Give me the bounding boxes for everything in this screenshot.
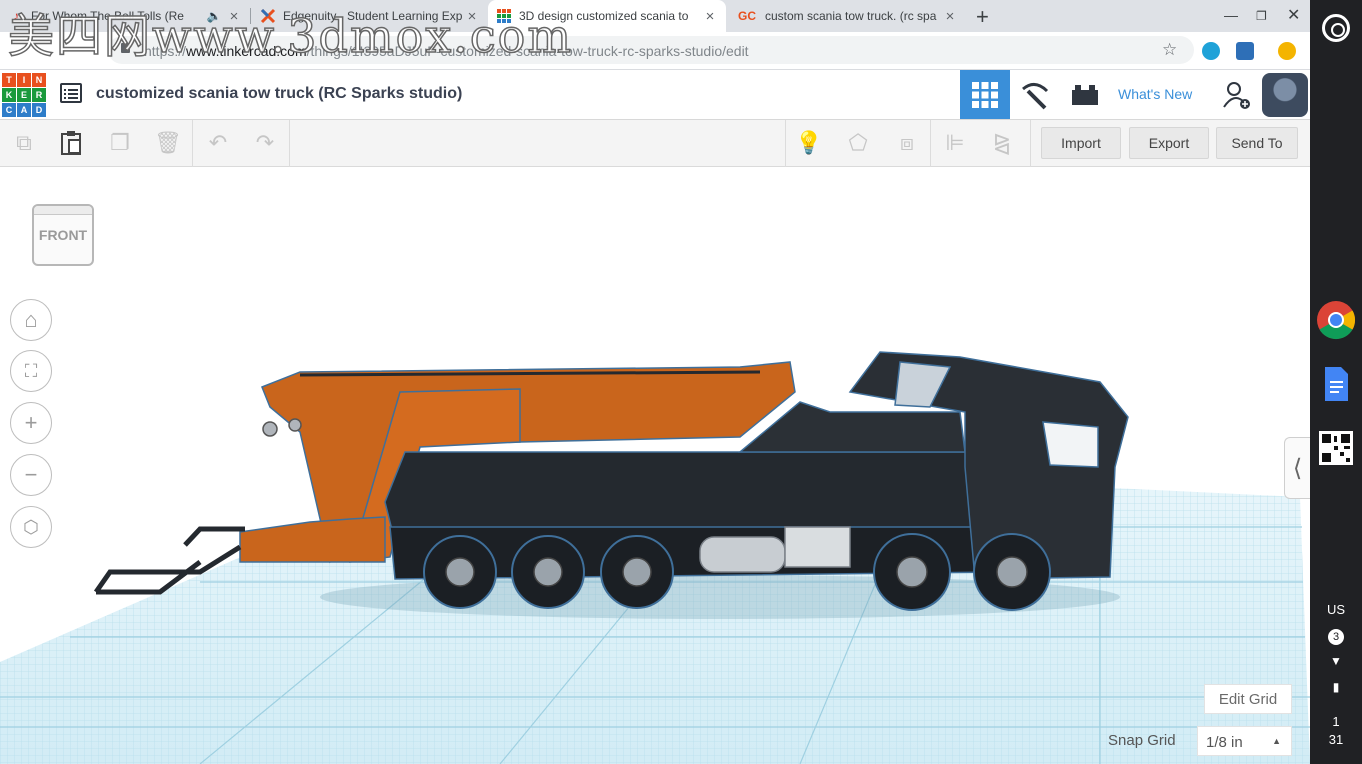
grid-view-icon [972,81,998,108]
clock-hour[interactable]: 1 [1310,714,1362,729]
edit-toolbar: ⧉ ❐ 🗑 ↶ ↷ 💡 ⬠ ⧈ ⊫ ⧎ Import Export Send T… [0,120,1310,167]
qr-code-icon[interactable] [1316,428,1356,468]
tab-title: 3D design customized scania to [519,9,689,23]
collapse-panel-button[interactable]: ⟨ [1284,437,1310,499]
close-window-icon[interactable]: ✕ [1287,5,1300,25]
launcher-icon[interactable] [1322,14,1350,42]
design-title[interactable]: customized scania tow truck (RC Sparks s… [96,85,462,103]
battery-icon: ▮ [1332,680,1340,694]
home-icon: ⌂ [24,307,38,332]
pickaxe-icon [1022,82,1049,109]
tinkercad-grid-icon [496,8,512,24]
zoom-out-button[interactable]: − [10,454,52,496]
lock-icon [121,43,130,53]
projection-button[interactable]: ⬡ [10,506,52,548]
clock-minute[interactable]: 31 [1310,732,1362,747]
caret-up-icon: ▲ [1272,736,1281,746]
bm-extension-icon[interactable] [1236,42,1254,60]
mirror-icon[interactable]: ⧎ [989,130,1015,156]
tab-edgenuity[interactable]: Edgenuity - Student Learning Exp × [252,0,488,32]
edit-grid-button[interactable]: Edit Grid [1204,684,1292,714]
paste-icon[interactable] [58,130,84,156]
tab-title: Edgenuity - Student Learning Exp [283,9,463,23]
home-view-button[interactable]: ⌂ [10,299,52,341]
close-tab-icon[interactable]: × [702,8,718,25]
3d-view-button[interactable] [960,70,1010,119]
invite-user-button[interactable] [1212,70,1262,119]
music-note-icon: ♪ [13,9,19,23]
avatar[interactable] [1262,73,1308,117]
snap-grid-value: 1/8 in [1206,734,1243,751]
brick-icon [1072,84,1098,105]
url-text[interactable]: https://www.tinkercad.com/things/1I395aD… [144,43,749,59]
chevron-left-icon: ⟨ [1292,454,1303,482]
google-docs-icon[interactable] [1316,364,1356,404]
3d-scene[interactable] [0,167,1310,764]
group-icon[interactable]: ⬠ [845,130,871,156]
align-icon[interactable]: ⊫ [942,130,968,156]
notification-badge[interactable]: 3 [1310,628,1362,645]
fit-all-icon: ⛶ [24,360,38,381]
zoom-in-button[interactable]: + [10,402,52,444]
tab-tinkercad[interactable]: 3D design customized scania to × [488,0,726,32]
close-tab-icon[interactable]: × [464,8,480,25]
alert-extension-icon[interactable] [1278,42,1296,60]
close-tab-icon[interactable]: × [226,8,242,25]
tab-title: For Whom The Bell Tolls (Re [31,9,184,23]
minimize-icon[interactable]: — [1224,7,1238,23]
os-shelf: US 3 ▼ ▮ 1 31 [1310,0,1362,764]
tinkercad-logo[interactable]: T I N K E R C A D [2,73,46,117]
snap-grid-label: Snap Grid [1108,732,1176,749]
view-cube-front-face[interactable]: FRONT [32,204,94,266]
tab-gc[interactable]: GC custom scania tow truck. (rc spa × [728,0,966,32]
tinkercad-header: T I N K E R C A D customized scania tow … [0,70,1310,120]
lightbulb-icon[interactable]: 💡 [795,130,822,156]
restore-icon[interactable]: ❐ [1256,9,1267,23]
cloud-extension-icon[interactable] [1202,42,1220,60]
send-to-button[interactable]: Send To [1216,127,1298,159]
wifi-icon: ▼ [1330,654,1342,668]
screen: ♪ For Whom The Bell Tolls (Re 🔈 × Edgenu… [0,0,1362,764]
copy-icon[interactable]: ⧉ [11,130,37,156]
gc-favicon: GC [738,9,756,23]
blocks-button[interactable] [1010,70,1060,119]
fit-view-button[interactable]: ⛶ [10,350,52,392]
export-button[interactable]: Export [1129,127,1209,159]
delete-icon[interactable]: 🗑 [154,130,182,156]
speaker-icon[interactable]: 🔈 [206,8,222,24]
undo-icon[interactable]: ↶ [205,130,231,156]
add-user-icon [1223,81,1250,109]
tab-title: custom scania tow truck. (rc spa [765,9,937,23]
close-tab-icon[interactable]: × [942,8,958,25]
view-cube[interactable]: FRONT [30,202,96,270]
chrome-icon[interactable] [1316,300,1356,340]
ime-indicator[interactable]: US [1310,602,1362,617]
ungroup-icon[interactable]: ⧈ [894,130,920,156]
plus-icon: + [24,410,38,435]
design-list-icon[interactable] [60,83,82,103]
browser-toolbar: https://www.tinkercad.com/things/1I395aD… [0,32,1310,70]
workplane-viewport[interactable]: FRONT ⌂ ⛶ + − ⬡ ⟨ Edit Grid Snap Grid 1/… [0,167,1310,764]
browser-tab-strip: ♪ For Whom The Bell Tolls (Re 🔈 × Edgenu… [0,0,1310,32]
whats-new-link[interactable]: What's New [1118,86,1192,102]
import-button[interactable]: Import [1041,127,1121,159]
bricks-button[interactable] [1060,70,1110,119]
bookmark-star-icon[interactable]: ☆ [1162,40,1177,60]
cube-icon: ⬡ [23,516,39,537]
tab-music[interactable]: ♪ For Whom The Bell Tolls (Re 🔈 × [0,0,250,32]
new-tab-icon[interactable]: + [976,4,989,30]
minus-icon: − [24,462,38,487]
redo-icon[interactable]: ↷ [252,130,278,156]
snap-grid-select[interactable]: 1/8 in ▲ [1197,726,1292,756]
duplicate-icon[interactable]: ❐ [107,130,133,156]
edgenuity-x-icon [260,8,276,24]
